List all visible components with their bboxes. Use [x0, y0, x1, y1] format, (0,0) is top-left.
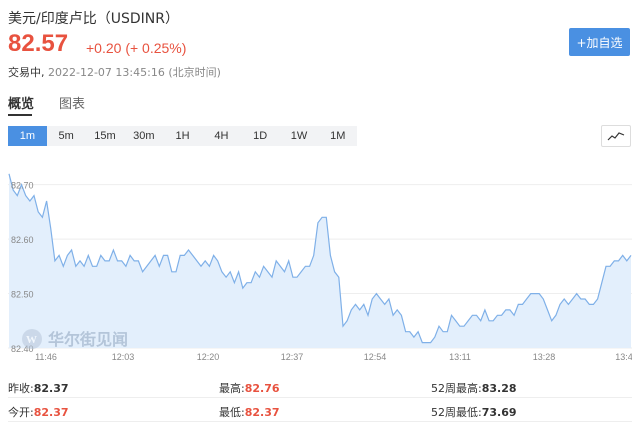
- current-price: 82.57: [8, 30, 69, 57]
- y-tick-label: 82.50: [11, 290, 34, 300]
- period-1month[interactable]: 1M: [318, 126, 357, 146]
- instrument-title: 美元/印度卢比（USDINR）: [8, 11, 179, 27]
- period-1w[interactable]: 1W: [280, 126, 319, 146]
- svg-text:华尔街见闻: 华尔街见闻: [48, 330, 128, 349]
- period-1d[interactable]: 1D: [241, 126, 280, 146]
- period-selector: 1m 5m 15m 30m 1H 4H 1D 1W 1M: [8, 126, 358, 146]
- tab-chart[interactable]: 图表: [59, 93, 85, 112]
- stat-high: 最高:82.76: [219, 382, 280, 395]
- y-tick-label: 82.70: [11, 181, 34, 191]
- svg-text:W: W: [26, 334, 37, 346]
- watermark: W 华尔街见闻: [22, 329, 128, 349]
- stat-prev-close: 昨收:82.37: [8, 382, 69, 395]
- status-label: 交易中,: [8, 66, 45, 79]
- x-tick-label: 11:46: [35, 352, 57, 362]
- x-tick-label: 12:20: [197, 352, 220, 362]
- period-5m[interactable]: 5m: [47, 126, 86, 146]
- stats-row-2: 今开:82.37 最低:82.37 52周最低:73.69: [8, 400, 632, 422]
- price-change: +0.20 (+ 0.25%): [86, 40, 187, 56]
- stats-row-1: 昨收:82.37 最高:82.76 52周最高:83.28: [8, 376, 632, 398]
- x-tick-label: 12:37: [281, 352, 304, 362]
- y-tick-label: 82.60: [11, 235, 34, 245]
- stat-open: 今开:82.37: [8, 406, 69, 419]
- stat-low: 最低:82.37: [219, 406, 280, 419]
- active-tab-indicator: [8, 114, 32, 116]
- x-tick-label: 13:4: [615, 352, 632, 362]
- period-1m[interactable]: 1m: [8, 126, 47, 146]
- x-tick-label: 12:03: [112, 352, 135, 362]
- x-tick-label: 12:54: [364, 352, 387, 362]
- line-chart-icon: [607, 132, 625, 141]
- tab-overview[interactable]: 概览: [8, 93, 34, 112]
- period-30m[interactable]: 30m: [124, 126, 163, 146]
- stat-52w-low: 52周最低:73.69: [431, 406, 517, 419]
- x-tick-label: 13:11: [449, 352, 471, 362]
- stat-52w-high: 52周最高:83.28: [431, 382, 517, 395]
- add-watchlist-button[interactable]: +加自选: [569, 28, 630, 56]
- quote-time: 2022-12-07 13:45:16 (北京时间): [48, 66, 221, 79]
- chart-type-toggle[interactable]: [601, 125, 631, 147]
- period-1h[interactable]: 1H: [163, 126, 202, 146]
- x-tick-label: 13:28: [533, 352, 556, 362]
- period-15m[interactable]: 15m: [86, 126, 125, 146]
- period-4h[interactable]: 4H: [202, 126, 241, 146]
- price-chart[interactable]: 82.7082.6082.5082.40W 华尔街见闻11:46 12:03 12:2…: [8, 152, 632, 368]
- trading-status: 交易中, 2022-12-07 13:45:16 (北京时间): [8, 64, 221, 80]
